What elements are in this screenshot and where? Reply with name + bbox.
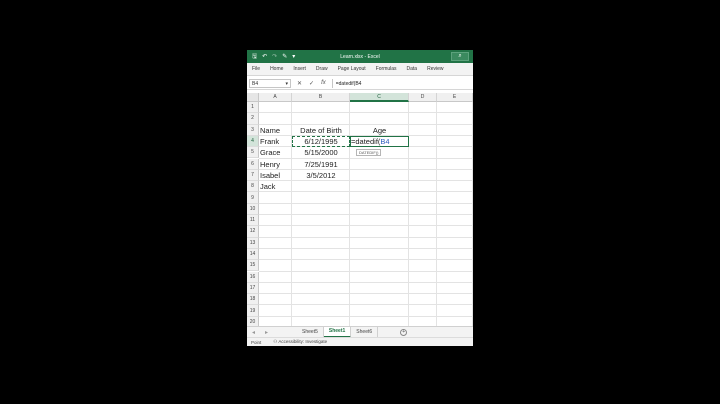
cell-c4[interactable]: =datedif(B4 [350,136,409,147]
insert-function-icon[interactable]: fx [321,80,326,87]
row-header-14[interactable]: 14 [247,248,259,261]
select-all-corner[interactable] [247,93,259,102]
sheet-tab-sheet1[interactable]: Sheet1 [323,326,352,338]
cell-b4[interactable]: 6/12/1995 [292,136,350,147]
title-bar: 🖫 ↶ ↷ ✎ ▾ Learn.xlsx - Excel ⌕ [247,50,473,63]
spreadsheet-grid[interactable]: ABCDE12345678910111213141516171819202122… [247,93,473,326]
cell-a3[interactable]: Name [259,125,292,136]
sheet-tab-sheet6[interactable]: Sheet6 [351,326,379,338]
tab-formulas[interactable]: Formulas [371,66,402,72]
row-header-12[interactable]: 12 [247,226,259,238]
row-header-2[interactable]: 2 [247,113,259,125]
formula-input[interactable]: =datedif(B4 [331,79,473,88]
add-sheet-icon[interactable]: + [400,328,408,336]
cell-b6[interactable]: 7/25/1991 [292,159,350,170]
tab-draw[interactable]: Draw [311,66,333,72]
enter-icon[interactable]: ✓ [309,80,314,87]
cancel-icon[interactable]: ✕ [297,80,302,87]
cell-a5[interactable]: Grace [259,147,292,158]
row-header-20[interactable]: 20 [247,316,259,326]
letterbox-right [473,0,720,404]
tab-review[interactable]: Review [422,66,448,72]
column-header-b[interactable]: B [292,93,350,102]
formula-bar: B4 ▾ ✕ ✓ fx =datedif(B4 [247,78,473,90]
cell-a7[interactable]: Isabel [259,170,292,181]
row-header-4[interactable]: 4 [247,135,259,148]
chevron-down-icon[interactable]: ▾ [285,81,288,87]
column-header-a[interactable]: A [259,93,292,102]
letterbox-top [247,0,473,50]
status-mode: Point [251,339,262,345]
accessibility-status[interactable]: ⚇ Accessibility: Investigate [273,339,327,345]
row-header-11[interactable]: 11 [247,215,259,227]
scroll-left-icon[interactable]: ◂ [247,329,260,336]
cell-a8[interactable]: Jack [259,181,292,192]
row-header-13[interactable]: 13 [247,237,259,249]
row-header-16[interactable]: 16 [247,271,259,283]
gridline-col [472,102,473,326]
tab-home[interactable]: Home [265,66,288,72]
function-tooltip: DATEDIF() [356,149,382,157]
cell-a6[interactable]: Henry [259,159,292,170]
tab-data[interactable]: Data [402,66,423,72]
ribbon-tabs: File Home Insert Draw Page Layout Formul… [247,63,473,76]
row-header-17[interactable]: 17 [247,282,259,295]
cell-b7[interactable]: 3/5/2012 [292,170,350,181]
accessibility-label: Accessibility: Investigate [278,339,328,344]
cell-b5[interactable]: 5/15/2000 [292,147,350,158]
tab-file[interactable]: File [247,66,265,72]
c4-formula-reference: B4 [380,137,390,147]
row-header-5[interactable]: 5 [247,147,259,159]
row-header-19[interactable]: 19 [247,305,259,317]
row-header-1[interactable]: 1 [247,102,259,114]
letterbox-bottom [247,346,473,404]
gridline-col [436,102,437,326]
column-header-d[interactable]: D [409,93,437,102]
scroll-right-icon[interactable]: ▸ [260,329,273,336]
row-header-9[interactable]: 9 [247,192,259,204]
accessibility-icon: ⚇ [273,339,278,344]
column-header-c[interactable]: C [350,93,409,102]
status-bar: Point ⚇ Accessibility: Investigate [247,337,473,346]
sheet-tab-sheet5[interactable]: Sheet5 [297,326,324,338]
row-header-10[interactable]: 10 [247,203,259,215]
search-icon[interactable]: ⌕ [451,52,469,61]
tab-page-layout[interactable]: Page Layout [333,66,371,72]
letterbox-left [0,0,247,404]
column-header-e[interactable]: E [437,93,473,102]
c4-formula-prefix: =datedif( [351,137,381,147]
row-header-8[interactable]: 8 [247,181,259,193]
cell-b3[interactable]: Date of Birth [292,125,350,136]
cell-a4[interactable]: Frank [259,136,292,147]
excel-window: 🖫 ↶ ↷ ✎ ▾ Learn.xlsx - Excel ⌕ File Home… [247,0,473,404]
row-header-18[interactable]: 18 [247,294,259,306]
name-box[interactable]: B4 ▾ [249,79,291,88]
row-header-7[interactable]: 7 [247,169,259,182]
row-header-6[interactable]: 6 [247,158,259,170]
sheet-tabs-bar: ◂ ▸ Sheet5 Sheet1 Sheet6 + [247,326,473,338]
window-title: Learn.xlsx - Excel [340,53,380,60]
row-header-15[interactable]: 15 [247,260,259,272]
row-header-3[interactable]: 3 [247,124,259,136]
tab-insert[interactable]: Insert [288,66,311,72]
cell-c3[interactable]: Age [350,125,409,136]
name-box-value: B4 [252,80,259,87]
